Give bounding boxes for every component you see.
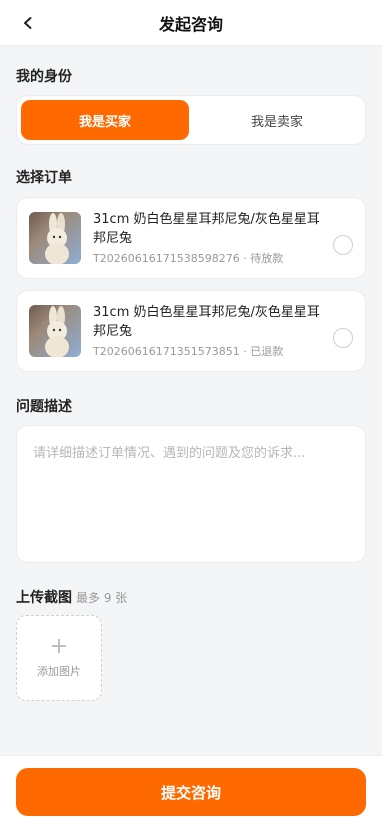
order-card[interactable]: 31cm 奶白色星星耳邦尼兔/灰色星星耳邦尼兔 T202606161713515… (16, 290, 366, 372)
buyer-role-button[interactable]: 我是买家 (21, 100, 189, 140)
page-title: 发起咨询 (158, 14, 223, 34)
product-thumbnail (29, 212, 81, 264)
submit-button[interactable]: 提交咨询 (16, 768, 366, 816)
upload-section-title: 上传截图 最多 9 张 (0, 587, 127, 607)
order-meta: T20260616171538598276 · 待放款 (93, 252, 284, 265)
product-thumbnail (29, 305, 81, 357)
order-name: 31cm 奶白色星星耳邦尼兔/灰色星星耳邦尼兔 (93, 305, 320, 339)
chevron-left-icon (24, 17, 32, 29)
order-number: T20260616171538598276 (93, 252, 240, 265)
upload-title: 上传截图 (16, 590, 72, 606)
header: 发起咨询 (0, 0, 382, 46)
order-radio[interactable] (333, 328, 353, 348)
description-input[interactable] (33, 442, 349, 546)
footer-bar: 提交咨询 (0, 755, 382, 827)
add-image-button[interactable]: + 添加图片 (16, 615, 102, 701)
plus-icon: + (49, 634, 69, 659)
order-status: 已退款 (250, 345, 284, 358)
add-image-label: 添加图片 (37, 665, 81, 678)
order-status: 待放款 (250, 252, 284, 265)
order-radio[interactable] (333, 235, 353, 255)
seller-role-button[interactable]: 我是卖家 (193, 100, 361, 140)
order-meta: T20260616171351573851 · 已退款 (93, 345, 284, 358)
order-number: T20260616171351573851 (93, 345, 240, 358)
upload-hint: 最多 9 张 (76, 591, 128, 605)
role-switch: 我是买家 我是卖家 (16, 95, 366, 145)
identity-section-title: 我的身份 (16, 69, 72, 85)
order-card[interactable]: 31cm 奶白色星星耳邦尼兔/灰色星星耳邦尼兔 T202606161715385… (16, 197, 366, 279)
order-name: 31cm 奶白色星星耳邦尼兔/灰色星星耳邦尼兔 (93, 212, 320, 246)
description-box (16, 425, 366, 563)
back-button[interactable] (16, 11, 40, 35)
description-section-title: 问题描述 (16, 399, 72, 415)
orders-section-title: 选择订单 (16, 170, 72, 186)
